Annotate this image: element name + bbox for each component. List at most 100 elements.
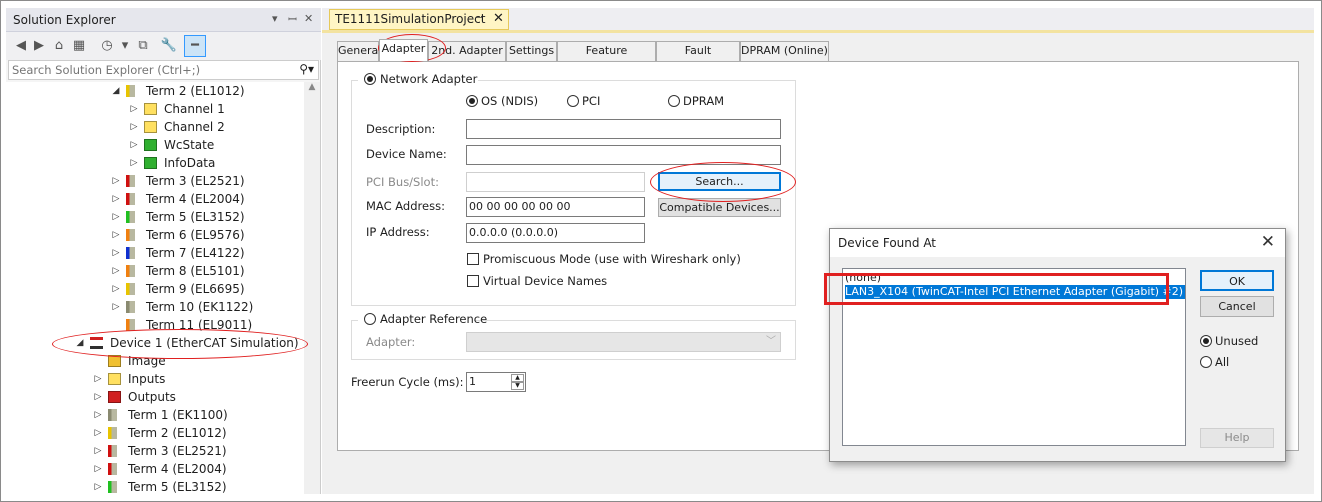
search-button[interactable]: Search... [658, 172, 781, 191]
tab-adapter[interactable]: Adapter [379, 39, 428, 61]
switch-views-icon[interactable]: ▦ [70, 37, 88, 55]
virtual-names-checkbox[interactable] [467, 275, 479, 287]
expand-arrow-icon[interactable]: ▷ [128, 100, 140, 118]
search-input[interactable] [12, 62, 282, 78]
promiscuous-checkbox[interactable] [467, 253, 479, 265]
freerun-cycle-spinner[interactable]: 1 ▲ ▼ [466, 372, 526, 392]
collapse-all-icon[interactable]: ⧉ [134, 37, 152, 55]
expand-arrow-icon[interactable]: ▷ [128, 118, 140, 136]
network-adapter-radio[interactable] [364, 73, 376, 85]
ip-address-field[interactable]: 0.0.0.0 (0.0.0.0) [466, 223, 645, 243]
tab-general[interactable]: General [337, 41, 382, 61]
device-found-dialog: Device Found At ✕ (none) LAN3_X104 (Twin… [829, 228, 1286, 462]
solution-explorer-title: Solution Explorer [13, 13, 116, 27]
adapter-label: Adapter: [366, 335, 416, 349]
tab-fault-simulation[interactable]: Fault Simulation [656, 41, 740, 75]
preview-icon[interactable]: ━ [184, 35, 206, 57]
mac-address-field[interactable]: 00 00 00 00 00 00 [466, 197, 645, 217]
tab-settings[interactable]: Settings [506, 41, 557, 61]
close-icon[interactable]: ✕ [304, 12, 313, 25]
tree-node-label: Channel 2 [164, 120, 225, 134]
dropdown-icon[interactable]: ▾ [272, 12, 278, 25]
expand-arrow-icon[interactable]: ▷ [110, 298, 122, 316]
back-icon[interactable]: ◀ [12, 37, 30, 55]
expand-arrow-icon[interactable]: ▷ [110, 280, 122, 298]
dpram-radio[interactable] [668, 95, 680, 107]
compatible-devices-button[interactable]: Compatible Devices... [658, 198, 781, 217]
tree-node-label: Term 5 (EL3152) [146, 210, 245, 224]
expand-arrow-icon[interactable]: ▷ [110, 172, 122, 190]
dialog-title: Device Found At [838, 236, 937, 250]
terminal-blue-icon [126, 247, 135, 259]
pin-icon[interactable]: ꟷ [288, 12, 297, 27]
close-icon[interactable]: ✕ [493, 11, 504, 26]
search-icon[interactable]: ⚲▾ [299, 62, 314, 76]
device-list[interactable]: (none) LAN3_X104 (TwinCAT-Intel PCI Ethe… [842, 268, 1186, 446]
scroll-up-icon[interactable]: ▲ [307, 82, 317, 92]
expand-arrow-icon[interactable]: ▷ [110, 244, 122, 262]
unused-radio[interactable] [1200, 335, 1212, 347]
freerun-cycle-label: Freerun Cycle (ms): [351, 375, 464, 389]
close-icon[interactable]: ✕ [1261, 232, 1275, 252]
help-button: Help [1200, 428, 1274, 448]
tab-2nd-adapter[interactable]: 2nd. Adapter [428, 41, 506, 61]
history-icon[interactable]: ◷ [98, 37, 116, 55]
expand-arrow-icon[interactable]: ▷ [128, 136, 140, 154]
document-tab[interactable]: TE1111SimulationProject ⊣ ✕ [329, 9, 509, 30]
expand-arrow-icon[interactable]: ▷ [92, 460, 104, 478]
description-field[interactable] [466, 119, 781, 139]
document-tab-title: TE1111SimulationProject [335, 12, 486, 26]
expand-arrow-icon[interactable]: ▷ [92, 406, 104, 424]
tree-node-label: Term 3 (EL2521) [146, 174, 245, 188]
expand-arrow-icon[interactable]: ▷ [128, 154, 140, 172]
pci-bus-field [466, 172, 645, 192]
adapter-reference-radio[interactable] [364, 313, 376, 325]
list-item-selected[interactable]: LAN3_X104 (TwinCAT-Intel PCI Ethernet Ad… [845, 285, 1185, 299]
tab-label: Adapter [381, 42, 426, 55]
tree-scrollbar[interactable]: ▲ [304, 82, 320, 494]
tree-node-label: Device 1 (EtherCAT Simulation) [110, 336, 299, 350]
expand-arrow-icon[interactable]: ▷ [92, 370, 104, 388]
dropdown-icon[interactable]: ▾ [116, 37, 134, 55]
properties-wrench-icon[interactable]: 🔧 [160, 37, 178, 55]
virtual-names-label: Virtual Device Names [483, 274, 608, 288]
forward-icon[interactable]: ▶ [30, 37, 48, 55]
os-ndis-radio[interactable] [466, 95, 478, 107]
network-adapter-label: Network Adapter [380, 72, 478, 86]
solution-explorer-search[interactable]: ⚲▾ [8, 60, 319, 80]
spin-up-icon[interactable]: ▲ [511, 374, 524, 382]
device-name-field[interactable] [466, 145, 781, 165]
expand-arrow-icon[interactable]: ▷ [92, 388, 104, 406]
expand-arrow-icon[interactable]: ▷ [92, 442, 104, 460]
tab-label: 2nd. Adapter [431, 44, 503, 57]
all-radio[interactable] [1200, 356, 1212, 368]
expand-arrow-icon[interactable]: ▷ [92, 424, 104, 442]
terminal-orange-icon [126, 265, 135, 277]
ok-button[interactable]: OK [1200, 270, 1274, 291]
expand-arrow-icon[interactable]: ▷ [92, 478, 104, 494]
terminal-red-icon [126, 175, 135, 187]
tab-label: General [338, 44, 382, 57]
pci-radio[interactable] [567, 95, 579, 107]
pin-icon[interactable]: ⊣ [475, 13, 484, 24]
adapter-reference-label: Adapter Reference [380, 312, 488, 326]
tab-dpram-online[interactable]: DPRAM (Online) [740, 41, 829, 61]
collapse-arrow-icon[interactable]: ◢ [110, 82, 122, 100]
collapse-arrow-icon[interactable]: ◢ [74, 334, 86, 352]
tree-node-label: Term 3 (EL2521) [128, 444, 227, 458]
expand-arrow-icon[interactable]: ▷ [110, 190, 122, 208]
list-item[interactable]: (none) [845, 271, 881, 285]
expand-arrow-icon[interactable]: ▷ [110, 208, 122, 226]
cancel-button[interactable]: Cancel [1200, 296, 1274, 317]
mac-address-label: MAC Address: [366, 199, 445, 213]
all-label: All [1215, 355, 1230, 369]
folder-yellow-icon [144, 103, 157, 115]
unused-label: Unused [1215, 334, 1259, 348]
spin-down-icon[interactable]: ▼ [511, 382, 524, 390]
tree-node-label: Term 8 (EL5101) [146, 264, 245, 278]
expand-arrow-icon[interactable]: ▷ [110, 262, 122, 280]
expand-arrow-icon[interactable]: ▷ [110, 226, 122, 244]
terminal-orange-icon [126, 229, 135, 241]
home-icon[interactable]: ⌂ [50, 37, 68, 55]
tab-feature-simulation[interactable]: Feature Simulation [557, 41, 656, 75]
